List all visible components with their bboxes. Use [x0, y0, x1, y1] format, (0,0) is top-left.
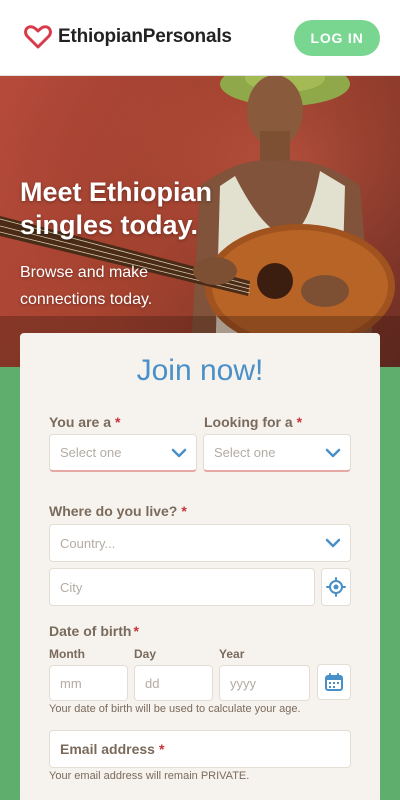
looking-for-label-text: Looking for a — [204, 414, 293, 430]
looking-for-select[interactable]: Select one — [203, 434, 351, 472]
dob-hint: Your date of birth will be used to calcu… — [49, 703, 301, 715]
country-select-value: Country... — [60, 535, 116, 551]
hero-subtitle: Browse and make connections today. — [20, 264, 153, 308]
you-are-select[interactable]: Select one — [49, 434, 197, 472]
app-header: EthiopianPersonals LOG IN — [0, 0, 400, 76]
day-label: Day — [134, 647, 157, 661]
email-hint: Your email address will remain PRIVATE. — [49, 770, 250, 782]
city-input-placeholder: City — [60, 579, 83, 595]
looking-for-label: Looking for a * — [204, 414, 302, 430]
looking-for-select-value: Select one — [214, 445, 276, 460]
year-input-placeholder: yyyy — [230, 675, 256, 691]
month-label: Month — [49, 647, 85, 661]
chevron-down-icon — [325, 448, 341, 458]
chevron-down-icon — [325, 538, 341, 548]
calendar-icon — [325, 673, 343, 691]
email-field[interactable]: Email address * — [49, 730, 351, 768]
login-button[interactable]: LOG IN — [294, 20, 380, 56]
where-label: Where do you live? * — [49, 503, 187, 519]
email-label-text: Email address — [60, 741, 155, 757]
heart-logo-icon — [24, 25, 52, 49]
country-select[interactable]: Country... — [49, 524, 351, 562]
location-target-icon — [326, 577, 346, 597]
city-input[interactable]: City — [49, 568, 315, 606]
calendar-button[interactable] — [317, 664, 351, 700]
required-marker: * — [133, 623, 139, 639]
dob-label: Date of birth * — [49, 623, 139, 639]
logo-text: EthiopianPersonals — [58, 26, 232, 47]
you-are-label-text: You are a — [49, 414, 111, 430]
dob-label-text: Date of birth — [49, 623, 132, 639]
chevron-down-icon — [171, 448, 187, 458]
hero-title: Meet Ethiopian singles today. — [20, 177, 213, 240]
month-input-placeholder: mm — [60, 675, 82, 691]
required-marker: * — [158, 741, 165, 757]
day-input-placeholder: dd — [145, 675, 160, 691]
month-input[interactable]: mm — [49, 665, 128, 701]
year-label: Year — [219, 647, 245, 661]
required-marker: * — [181, 503, 187, 519]
locate-me-button[interactable] — [321, 568, 351, 606]
you-are-select-value: Select one — [60, 445, 122, 460]
day-input[interactable]: dd — [134, 665, 213, 701]
hero-banner: Meet Ethiopian singles today. Browse and… — [0, 76, 400, 367]
year-input[interactable]: yyyy — [219, 665, 310, 701]
required-marker: * — [296, 414, 303, 430]
logo[interactable]: EthiopianPersonals — [24, 25, 232, 49]
signup-card: Join now! You are a * Looking for a * Sele… — [20, 333, 380, 800]
you-are-label: You are a * — [49, 414, 120, 430]
where-label-text: Where do you live? — [49, 503, 178, 519]
join-title: Join now! — [136, 354, 264, 387]
required-marker: * — [115, 414, 121, 430]
